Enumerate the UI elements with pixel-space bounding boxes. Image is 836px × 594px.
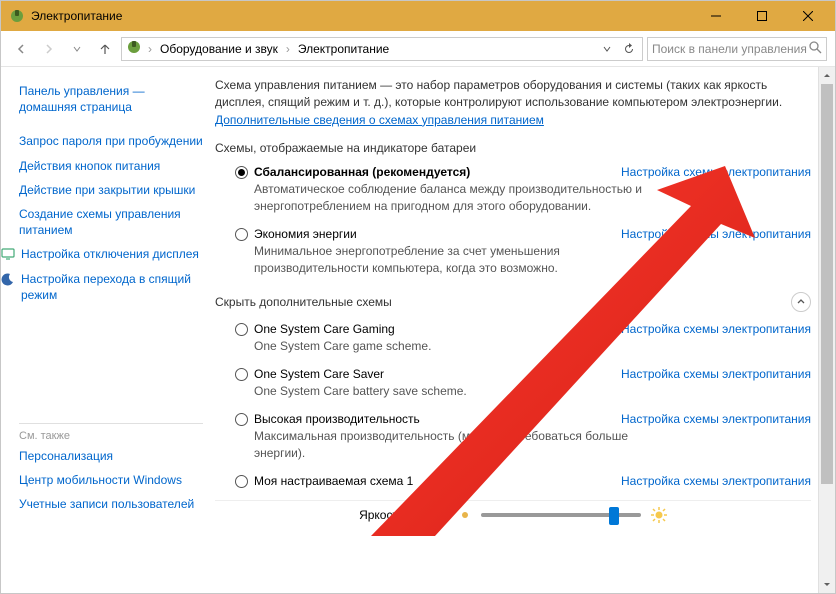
search-icon xyxy=(809,41,822,57)
configure-plan-link[interactable]: Настройка схемы электропитания xyxy=(621,165,811,179)
breadcrumb-dropdown[interactable] xyxy=(598,44,616,54)
sidebar-mobility-center-link[interactable]: Центр мобильности Windows xyxy=(19,468,211,492)
vertical-scrollbar[interactable] xyxy=(818,67,835,593)
plan-desc: One System Care battery save scheme. xyxy=(235,381,665,400)
configure-plan-link[interactable]: Настройка схемы электропитания xyxy=(621,367,811,381)
plan-radio-balanced[interactable] xyxy=(235,166,248,179)
plan-radio-saver[interactable] xyxy=(235,368,248,381)
forward-button[interactable] xyxy=(37,37,61,61)
monitor-icon xyxy=(1,247,15,261)
brightness-slider[interactable] xyxy=(481,513,641,517)
sidebar: Панель управления — домашняя страница За… xyxy=(1,67,211,593)
plan-radio-gaming[interactable] xyxy=(235,323,248,336)
brightness-row: Яркость экрана: xyxy=(215,500,811,523)
scroll-thumb[interactable] xyxy=(821,84,833,484)
sidebar-user-accounts-link[interactable]: Учетные записи пользователей xyxy=(19,492,211,516)
main-content: Схема управления питанием — это набор па… xyxy=(211,67,835,593)
up-button[interactable] xyxy=(93,37,117,61)
intro-more-info-link[interactable]: Дополнительные сведения о схемах управле… xyxy=(215,113,544,127)
plan-radio-custom1[interactable] xyxy=(235,475,248,488)
sidebar-personalization-link[interactable]: Персонализация xyxy=(19,444,211,468)
plan-name: Экономия энергии xyxy=(254,227,357,241)
chevron-right-icon[interactable]: › xyxy=(146,42,154,56)
plan-desc: Автоматическое соблюдение баланса между … xyxy=(235,179,665,215)
plan-custom1: Моя настраиваемая схема 1 Настройка схем… xyxy=(215,470,811,496)
plan-power-saver: Экономия энергии Настройка схемы электро… xyxy=(215,223,811,285)
breadcrumb-bar[interactable]: › Оборудование и звук › Электропитание xyxy=(121,37,643,61)
window-title: Электропитание xyxy=(31,9,693,23)
collapse-icon[interactable] xyxy=(791,292,811,312)
see-also-label: См. также xyxy=(19,430,211,442)
sun-dim-icon xyxy=(459,509,471,521)
scroll-up-button[interactable] xyxy=(819,67,835,84)
sidebar-display-off-link[interactable]: Настройка отключения дисплея xyxy=(1,242,211,266)
search-placeholder: Поиск в панели управления xyxy=(652,42,809,56)
sidebar-home-link[interactable]: Панель управления — домашняя страница xyxy=(19,79,211,119)
moon-icon xyxy=(1,272,15,286)
plan-desc: Минимальное энергопотребление за счет ум… xyxy=(235,241,665,277)
breadcrumb-hardware-sound[interactable]: Оборудование и звук xyxy=(158,42,280,56)
maximize-button[interactable] xyxy=(739,1,785,31)
breadcrumb-power-options[interactable]: Электропитание xyxy=(296,42,391,56)
sidebar-create-plan-link[interactable]: Создание схемы управления питанием xyxy=(19,202,211,242)
sidebar-sleep-link[interactable]: Настройка перехода в спящий режим xyxy=(1,267,211,307)
power-options-icon xyxy=(9,8,25,24)
plan-gaming: One System Care Gaming Настройка схемы э… xyxy=(215,318,811,363)
sun-bright-icon xyxy=(651,507,667,523)
close-button[interactable] xyxy=(785,1,831,31)
configure-plan-link[interactable]: Настройка схемы электропитания xyxy=(621,322,811,336)
back-button[interactable] xyxy=(9,37,33,61)
sidebar-require-password-link[interactable]: Запрос пароля при пробуждении xyxy=(19,129,211,153)
plan-name: Сбалансированная (рекомендуется) xyxy=(254,165,470,179)
plan-name: One System Care Gaming xyxy=(254,322,395,336)
scroll-down-button[interactable] xyxy=(819,576,835,593)
shown-plans-header: Схемы, отображаемые на индикаторе батаре… xyxy=(215,141,811,155)
plan-radio-high-perf[interactable] xyxy=(235,413,248,426)
plan-name: Моя настраиваемая схема 1 xyxy=(254,474,413,488)
control-panel-icon xyxy=(126,39,142,58)
chevron-right-icon[interactable]: › xyxy=(284,42,292,56)
minimize-button[interactable] xyxy=(693,1,739,31)
plan-desc: One System Care game scheme. xyxy=(235,336,665,355)
refresh-button[interactable] xyxy=(620,43,638,55)
plan-name: Высокая производительность xyxy=(254,412,420,426)
plan-balanced: Сбалансированная (рекомендуется) Настрой… xyxy=(215,161,811,223)
sidebar-power-buttons-link[interactable]: Действия кнопок питания xyxy=(19,154,211,178)
history-dropdown[interactable] xyxy=(65,37,89,61)
plan-high-perf: Высокая производительность Настройка схе… xyxy=(215,408,811,470)
configure-plan-link[interactable]: Настройка схемы электропитания xyxy=(621,474,811,488)
configure-plan-link[interactable]: Настройка схемы электропитания xyxy=(621,412,811,426)
sidebar-lid-close-link[interactable]: Действие при закрытии крышки xyxy=(19,178,211,202)
search-input[interactable]: Поиск в панели управления xyxy=(647,37,827,61)
plan-saver: One System Care Saver Настройка схемы эл… xyxy=(215,363,811,408)
hidden-plans-header[interactable]: Скрыть дополнительные схемы xyxy=(215,292,811,312)
intro-text: Схема управления питанием — это набор па… xyxy=(215,77,811,129)
plan-name: One System Care Saver xyxy=(254,367,384,381)
plan-desc: Максимальная производительность (может п… xyxy=(235,426,665,462)
brightness-label: Яркость экрана: xyxy=(359,508,449,522)
address-bar-row: › Оборудование и звук › Электропитание П… xyxy=(1,31,835,67)
plan-radio-power-saver[interactable] xyxy=(235,228,248,241)
configure-plan-link[interactable]: Настройка схемы электропитания xyxy=(621,227,811,241)
titlebar: Электропитание xyxy=(1,1,835,31)
